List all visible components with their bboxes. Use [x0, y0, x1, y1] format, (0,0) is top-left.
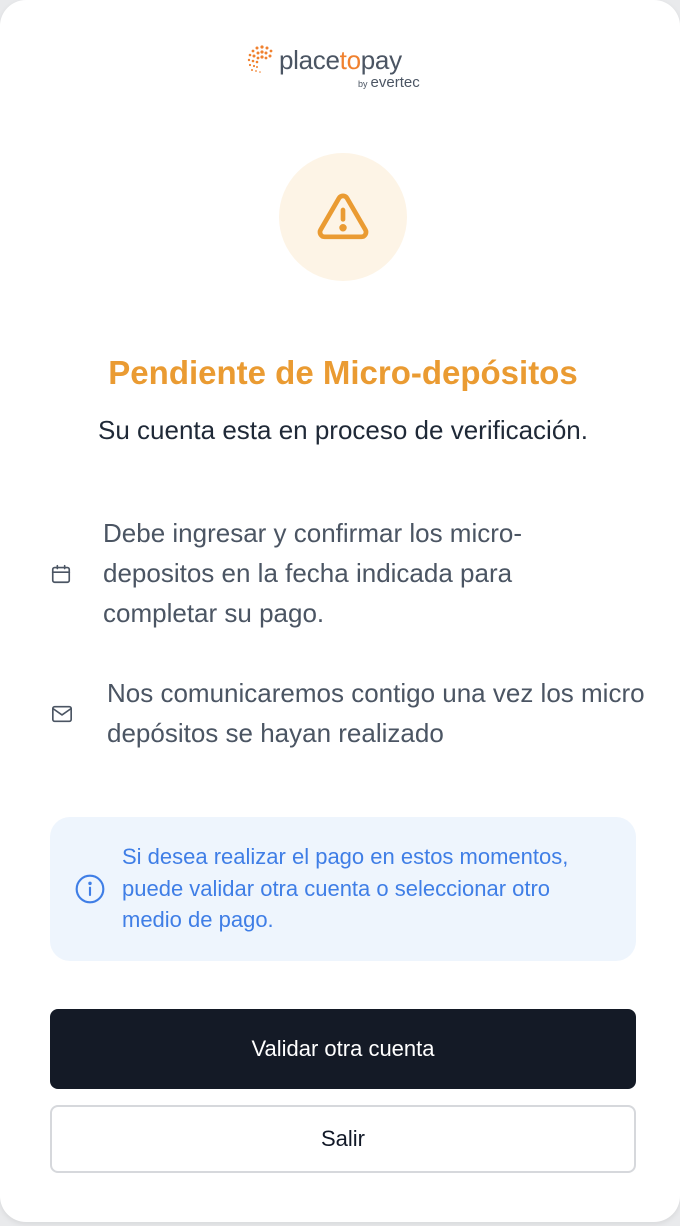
verification-card: placetopay by evertec Pendiente de Micro-…	[0, 0, 680, 1222]
placetopay-logo: placetopay by evertec	[246, 42, 446, 94]
exit-button[interactable]: Salir	[50, 1105, 636, 1173]
status-icon-badge	[279, 153, 407, 281]
info-item-dates: Debe ingresar y confirmar los micro-depo…	[50, 513, 650, 635]
logo-byline: by evertec	[358, 74, 420, 91]
info-notice: Si desea realizar el pago en estos momen…	[50, 817, 636, 961]
validate-another-account-button[interactable]: Validar otra cuenta	[50, 1009, 636, 1089]
status-title: Pendiente de Micro-depósitos	[108, 354, 578, 391]
info-item-text: Nos comunicaremos contigo una vez los mi…	[107, 678, 645, 748]
info-item-contact: Nos comunicaremos contigo una vez los mi…	[50, 673, 650, 755]
mail-icon	[52, 705, 72, 723]
logo-wordmark: placetopay	[279, 45, 402, 75]
warning-triangle-icon	[317, 193, 369, 240]
calendar-icon	[51, 564, 71, 584]
status-subtitle: Su cuenta esta en proceso de verificació…	[98, 415, 588, 445]
logo-dots-icon	[247, 45, 273, 73]
info-item-text: Debe ingresar y confirmar los micro-depo…	[103, 518, 523, 628]
notice-text: Si desea realizar el pago en estos momen…	[122, 844, 569, 932]
info-circle-icon	[75, 874, 105, 904]
